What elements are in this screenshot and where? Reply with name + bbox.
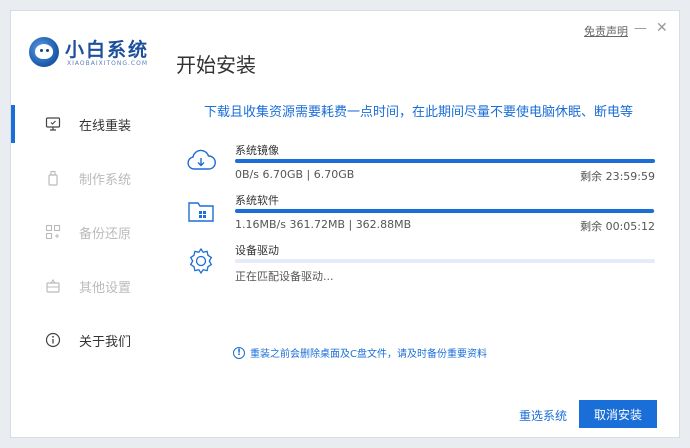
sidebar-item-label: 关于我们 <box>79 334 132 350</box>
sidebar-item-label: 在线重装 <box>79 118 132 134</box>
sidebar-nav: 在线重装 制作系统 备份还原 其他设置 关于我们 <box>11 97 161 367</box>
warning-text: 重装之前会删除桌面及C盘文件，请及时备份重要资料 <box>250 349 487 360</box>
backup-icon <box>45 224 61 240</box>
monitor-icon <box>45 116 61 132</box>
settings-box-icon <box>45 278 61 294</box>
download-notice: 下载且收集资源需要耗费一点时间，在此期间尽量不要使电脑休眠、断电等 <box>204 105 634 120</box>
sidebar-item-make-system[interactable]: 制作系统 <box>11 151 161 205</box>
task-remaining: 剩余 00:05:12 <box>580 220 655 233</box>
brand-subtitle: XIAOBAIXITONG.COM <box>67 60 148 67</box>
disclaimer-link[interactable]: 免责声明 <box>584 23 628 39</box>
task-name: 设备驱动 <box>235 244 279 257</box>
close-button[interactable]: ✕ <box>656 20 668 36</box>
sidebar-item-online-reinstall[interactable]: 在线重装 <box>11 97 161 151</box>
cloud-download-icon <box>185 145 217 177</box>
sidebar-item-label: 其他设置 <box>79 280 132 296</box>
task-progress-bar <box>235 209 655 213</box>
brand-name: 小白系统 <box>65 39 150 61</box>
sidebar-item-label: 备份还原 <box>79 226 132 242</box>
reselect-system-button[interactable]: 重选系统 <box>519 407 567 424</box>
task-stats: 1.16MB/s 361.72MB | 362.88MB <box>235 218 412 231</box>
brand-logo-icon <box>29 37 59 67</box>
sidebar-item-about-us[interactable]: 关于我们 <box>11 313 161 367</box>
task-stats: 正在匹配设备驱动... <box>235 270 334 283</box>
minimize-button[interactable]: — <box>634 21 647 36</box>
task-stats: 0B/s 6.70GB | 6.70GB <box>235 168 355 181</box>
task-progress-fill <box>235 159 655 163</box>
task-name: 系统软件 <box>235 194 279 207</box>
backup-warning: ! 重装之前会删除桌面及C盘文件，请及时备份重要资料 <box>233 345 487 360</box>
task-name: 系统镜像 <box>235 144 279 157</box>
warning-icon: ! <box>233 346 245 359</box>
gear-icon <box>185 245 217 277</box>
installer-window: 小白系统 XIAOBAIXITONG.COM 开始安装 免责声明 — ✕ 在线重… <box>10 10 680 438</box>
task-device-drivers: 设备驱动 正在匹配设备驱动... <box>185 242 655 302</box>
page-title: 开始安装 <box>176 53 256 77</box>
software-folder-icon <box>185 195 217 227</box>
sidebar-item-label: 制作系统 <box>79 172 132 188</box>
cancel-install-button[interactable]: 取消安装 <box>579 400 657 428</box>
task-progress-fill <box>235 209 654 213</box>
sidebar-item-other-settings[interactable]: 其他设置 <box>11 259 161 313</box>
brand-logo: 小白系统 XIAOBAIXITONG.COM <box>29 35 179 71</box>
info-icon <box>45 332 61 348</box>
task-progress-bar <box>235 159 655 163</box>
task-progress-bar <box>235 259 655 263</box>
task-remaining: 剩余 23:59:59 <box>580 170 655 183</box>
usb-icon <box>45 170 61 186</box>
sidebar-item-backup-restore[interactable]: 备份还原 <box>11 205 161 259</box>
